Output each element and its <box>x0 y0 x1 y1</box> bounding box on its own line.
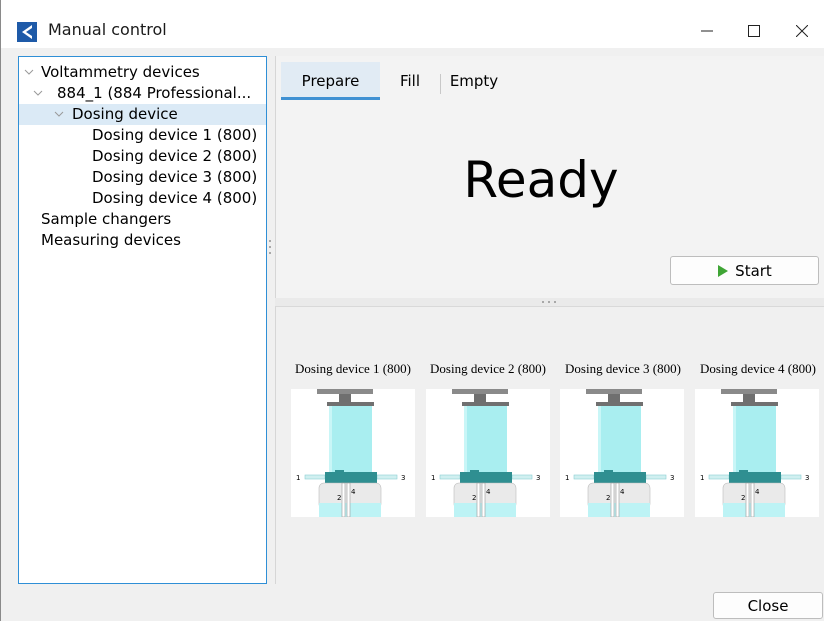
dosing-device-label: Dosing device 2 (800) <box>430 361 546 376</box>
dosing-device-4[interactable]: Dosing device 4 (800) 1 3 2 4 <box>693 359 823 518</box>
control-panel: Prepare Fill Empty Ready Start <box>275 56 824 298</box>
tree-item-label: Voltammetry devices <box>41 63 200 81</box>
app-logo-icon <box>17 22 37 42</box>
dosing-device-label: Dosing device 4 (800) <box>700 361 816 376</box>
play-icon <box>718 264 729 277</box>
grip-dot <box>548 301 550 303</box>
tree-item-dosing-device-4[interactable]: Dosing device 4 (800) <box>19 188 266 209</box>
tree-item-dosing-device-2[interactable]: Dosing device 2 (800) <box>19 146 266 167</box>
tree-item-label: Sample changers <box>41 210 172 228</box>
dosing-device-3[interactable]: Dosing device 3 (800) 1 3 2 4 <box>558 359 688 518</box>
tab-separator <box>440 74 441 94</box>
dosing-devices-panel: Dosing device 1 (800) 1 3 2 4 Dosing dev… <box>275 306 824 584</box>
start-button-label: Start <box>735 261 772 280</box>
svg-text:3: 3 <box>805 474 809 482</box>
dosing-device-2[interactable]: Dosing device 2 (800) 1 3 2 4 <box>423 359 553 518</box>
tree-item-dosing-device-1[interactable]: Dosing device 1 (800) <box>19 125 266 146</box>
svg-text:4: 4 <box>755 488 760 496</box>
tab-bar: Prepare Fill Empty <box>276 56 824 104</box>
minimize-button[interactable] <box>684 14 730 48</box>
tree-item-label: Dosing device 1 (800) <box>92 126 258 144</box>
grip-dot <box>554 301 556 303</box>
tree-item-label: Measuring devices <box>41 231 181 249</box>
dosing-device-label: Dosing device 1 (800) <box>295 361 411 376</box>
grip-dot <box>269 246 271 248</box>
status-text: Ready <box>463 151 619 209</box>
tab-fill[interactable]: Fill <box>388 62 432 100</box>
grip-dot <box>269 240 271 242</box>
dosing-cylinder-icon: 1 3 2 4 <box>565 389 674 518</box>
tree-item-label: Dosing device 3 (800) <box>92 168 258 186</box>
svg-text:4: 4 <box>486 488 491 496</box>
svg-text:3: 3 <box>536 474 540 482</box>
chevron-down-icon[interactable] <box>23 66 35 78</box>
tree-item-voltammetry-devices[interactable]: Voltammetry devices <box>19 62 266 83</box>
grip-dot <box>542 301 544 303</box>
tree-item-measuring-devices[interactable]: Measuring devices <box>19 230 266 251</box>
tab-prepare[interactable]: Prepare <box>281 62 380 100</box>
maximize-button[interactable] <box>731 14 777 48</box>
dosing-cylinder-icon: 1 3 2 4 <box>431 389 540 518</box>
close-button[interactable]: Close <box>713 592 823 619</box>
chevron-down-icon[interactable] <box>53 108 65 120</box>
dosing-device-illustration: 1 3 2 4 <box>560 389 684 518</box>
svg-text:1: 1 <box>700 474 704 482</box>
tree-item-label: Dosing device 2 (800) <box>92 147 258 165</box>
svg-text:3: 3 <box>670 474 674 482</box>
tree-item-label: Dosing device <box>72 105 178 123</box>
svg-text:1: 1 <box>296 474 300 482</box>
title-bar[interactable]: Manual control <box>1 0 824 48</box>
svg-text:2: 2 <box>606 494 610 502</box>
maximize-icon <box>748 25 760 37</box>
svg-text:4: 4 <box>620 488 625 496</box>
device-tree[interactable]: Voltammetry devices 884_1 (884 Professio… <box>18 56 267 584</box>
tab-empty[interactable]: Empty <box>445 62 503 100</box>
vertical-splitter[interactable] <box>267 56 275 584</box>
svg-text:1: 1 <box>565 474 569 482</box>
horizontal-splitter[interactable] <box>275 298 824 306</box>
chevron-down-icon[interactable] <box>32 87 44 99</box>
close-icon <box>796 25 808 37</box>
manual-control-window: Manual control Voltammetry devices 884_1… <box>0 0 824 621</box>
svg-text:1: 1 <box>431 474 435 482</box>
dosing-device-illustration: 1 3 2 4 <box>291 389 415 518</box>
dosing-cylinder-icon: 1 3 2 4 <box>700 389 809 518</box>
dosing-device-illustration: 1 3 2 4 <box>426 389 550 518</box>
dosing-device-1[interactable]: Dosing device 1 (800) 1 3 2 4 <box>288 359 418 518</box>
tree-item-label: 884_1 (884 Professional... <box>57 84 252 102</box>
dosing-device-label: Dosing device 3 (800) <box>565 361 681 376</box>
svg-text:2: 2 <box>472 494 476 502</box>
dosing-device-illustration: 1 3 2 4 <box>695 389 819 518</box>
tree-item-sample-changers[interactable]: Sample changers <box>19 209 266 230</box>
start-button[interactable]: Start <box>670 256 819 285</box>
tree-item-dosing-device[interactable]: Dosing device <box>19 104 266 125</box>
close-window-button[interactable] <box>779 14 824 48</box>
grip-dot <box>269 252 271 254</box>
svg-text:2: 2 <box>741 494 745 502</box>
svg-text:3: 3 <box>401 474 405 482</box>
tree-item-dosing-device-3[interactable]: Dosing device 3 (800) <box>19 167 266 188</box>
window-title: Manual control <box>48 20 167 39</box>
svg-text:4: 4 <box>351 488 356 496</box>
dosing-cylinder-icon: 1 3 2 4 <box>296 389 405 518</box>
minimize-icon <box>701 30 713 32</box>
svg-text:2: 2 <box>337 494 341 502</box>
tree-item-label: Dosing device 4 (800) <box>92 189 258 207</box>
tree-item-884-professional[interactable]: 884_1 (884 Professional... <box>19 83 266 104</box>
